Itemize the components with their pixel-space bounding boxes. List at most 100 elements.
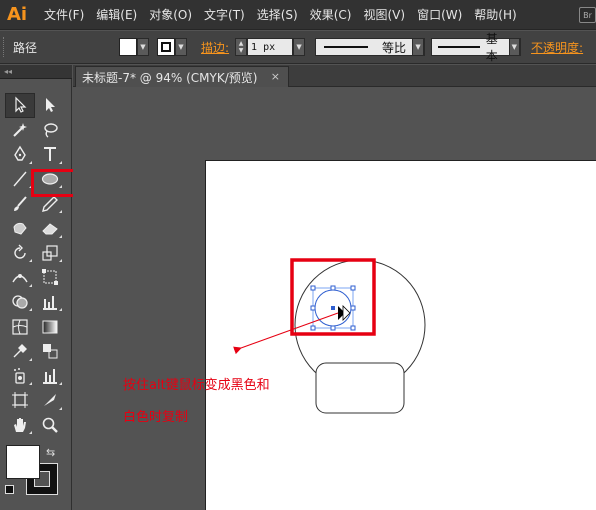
symbol-sprayer-icon bbox=[14, 367, 25, 384]
chevron-down-icon[interactable]: ▼ bbox=[293, 38, 306, 56]
eyedropper-icon bbox=[13, 344, 27, 358]
ai-logo: Ai bbox=[6, 4, 28, 25]
blend-icon bbox=[43, 344, 58, 359]
shape-builder-icon bbox=[12, 295, 28, 309]
direct-selection-tool[interactable] bbox=[35, 93, 65, 118]
pencil-icon bbox=[42, 195, 58, 212]
menu-help[interactable]: 帮助(H) bbox=[468, 0, 522, 30]
shape-builder-tool[interactable] bbox=[5, 290, 35, 315]
annotation-line-2: 白色时复制 bbox=[123, 410, 189, 425]
toolbox-header[interactable]: ◂◂ bbox=[0, 65, 72, 79]
blob-brush-tool[interactable] bbox=[5, 216, 35, 241]
opacity-label[interactable]: 不透明度: bbox=[531, 39, 583, 56]
stroke-color-control[interactable]: ▼ bbox=[157, 38, 187, 56]
chevron-down-icon[interactable]: ▼ bbox=[175, 38, 187, 56]
magic-wand-tool[interactable] bbox=[5, 118, 35, 143]
chevron-down-icon[interactable]: ▼ bbox=[412, 38, 425, 56]
ellipse-tool-highlight bbox=[31, 169, 78, 197]
paintbrush-icon bbox=[14, 196, 27, 211]
stroke-weight-input[interactable]: 1 px bbox=[247, 38, 294, 56]
menu-effect[interactable]: 效果(C) bbox=[304, 0, 358, 30]
gradient-tool[interactable] bbox=[35, 314, 65, 339]
stroke-swatch[interactable] bbox=[157, 38, 175, 56]
cursor-highlight-box bbox=[290, 258, 376, 336]
brush-preview bbox=[438, 46, 480, 48]
column-graph-icon bbox=[43, 296, 57, 311]
variable-width-profile-select[interactable]: 等比 ▼ bbox=[315, 38, 426, 56]
default-colors-icon[interactable] bbox=[5, 485, 14, 494]
menu-file[interactable]: 文件(F) bbox=[44, 0, 90, 30]
column-graph-tool[interactable] bbox=[35, 364, 65, 389]
menu-object[interactable]: 对象(O) bbox=[143, 0, 198, 30]
menu-window[interactable]: 窗口(W) bbox=[411, 0, 468, 30]
artboard-tool[interactable] bbox=[5, 388, 35, 413]
selection-type-label: 路径 bbox=[13, 40, 38, 55]
eyedropper-tool[interactable] bbox=[5, 339, 35, 364]
eraser-tool[interactable] bbox=[35, 216, 65, 241]
fill-swatch[interactable] bbox=[119, 38, 137, 56]
symbol-sprayer-tool[interactable] bbox=[5, 364, 35, 389]
magic-wand-icon bbox=[13, 122, 27, 137]
selection-arrow-icon bbox=[15, 96, 27, 114]
hand-icon bbox=[14, 418, 26, 433]
menu-view[interactable]: 视图(V) bbox=[357, 0, 411, 30]
swap-colors-icon[interactable]: ⇆ bbox=[46, 446, 55, 459]
tool-grid bbox=[5, 93, 65, 437]
menu-list: 文件(F) 编辑(E) 对象(O) 文字(T) 选择(S) 效果(C) 视图(V… bbox=[44, 0, 523, 30]
blob-brush-icon bbox=[13, 223, 27, 235]
canvas-area[interactable]: 按住alt键鼠标变成黑色和 白色时复制 bbox=[73, 88, 596, 510]
bridge-button[interactable]: Br bbox=[579, 7, 596, 23]
stroke-profile-preview bbox=[324, 46, 369, 48]
illustrator-window: Ai 文件(F) 编辑(E) 对象(O) 文字(T) 选择(S) 效果(C) 视… bbox=[0, 0, 596, 510]
menu-type[interactable]: 文字(T) bbox=[198, 0, 251, 30]
width-icon bbox=[12, 274, 28, 283]
lasso-icon bbox=[44, 123, 58, 138]
stroke-label[interactable]: 描边: bbox=[201, 39, 229, 56]
mesh-tool[interactable] bbox=[5, 314, 35, 339]
stepper-icon[interactable]: ▲ ▼ bbox=[235, 38, 248, 56]
rotate-icon bbox=[14, 244, 26, 259]
fill-color-box[interactable] bbox=[6, 445, 40, 479]
pen-tool[interactable] bbox=[5, 142, 35, 167]
slice-tool[interactable] bbox=[35, 388, 65, 413]
hand-tool[interactable] bbox=[5, 413, 35, 438]
profile-label: 等比 bbox=[382, 40, 407, 55]
line-segment-icon bbox=[13, 171, 27, 187]
selection-tool[interactable] bbox=[5, 93, 35, 118]
control-bar: 路径 ▼ ▼ 描边: ▲ ▼ 1 px ▼ 等比 ▼ 基本 ▼ 不透明度: bbox=[0, 31, 596, 64]
document-tab-bar: 未标题-7* @ 94% (CMYK/预览) × bbox=[73, 65, 596, 87]
direct-selection-icon bbox=[46, 98, 55, 113]
control-bar-grip[interactable] bbox=[3, 37, 7, 57]
menu-edit[interactable]: 编辑(E) bbox=[90, 0, 143, 30]
fill-color-control[interactable]: ▼ bbox=[119, 38, 149, 56]
rotate-tool[interactable] bbox=[5, 241, 35, 266]
brush-definition-select[interactable]: 基本 ▼ bbox=[431, 32, 522, 63]
brush-label: 基本 bbox=[485, 32, 498, 63]
menu-select[interactable]: 选择(S) bbox=[251, 0, 304, 30]
artwork-layer bbox=[233, 258, 426, 414]
bar-graph-icon bbox=[43, 368, 57, 384]
zoom-icon bbox=[42, 417, 58, 433]
scale-tool[interactable] bbox=[35, 241, 65, 266]
zoom-tool[interactable] bbox=[35, 413, 65, 438]
free-transform-tool[interactable] bbox=[35, 265, 65, 290]
document-tab-title: 未标题-7* @ 94% (CMYK/预览) bbox=[82, 70, 258, 85]
document-tab[interactable]: 未标题-7* @ 94% (CMYK/预览) × bbox=[75, 66, 289, 87]
rounded-rectangle[interactable] bbox=[315, 362, 405, 414]
scale-icon bbox=[42, 245, 58, 261]
chevron-down-icon[interactable]: ▼ bbox=[137, 38, 149, 56]
close-icon[interactable]: × bbox=[271, 70, 280, 83]
artboard-icon bbox=[12, 392, 28, 409]
annotation-line-1: 按住alt键鼠标变成黑色和 bbox=[123, 378, 270, 393]
type-icon bbox=[44, 147, 56, 162]
blend-tool[interactable] bbox=[35, 339, 65, 364]
stroke-weight-control[interactable]: ▲ ▼ 1 px ▼ bbox=[235, 38, 306, 56]
center-point bbox=[331, 306, 335, 310]
pen-icon bbox=[14, 146, 26, 162]
width-tool[interactable] bbox=[5, 265, 35, 290]
chevron-down-icon[interactable]: ▼ bbox=[508, 38, 521, 56]
graph-tool[interactable] bbox=[35, 290, 65, 315]
lasso-tool[interactable] bbox=[35, 118, 65, 143]
type-tool[interactable] bbox=[35, 142, 65, 167]
menu-bar: Ai 文件(F) 编辑(E) 对象(O) 文字(T) 选择(S) 效果(C) 视… bbox=[0, 0, 596, 30]
